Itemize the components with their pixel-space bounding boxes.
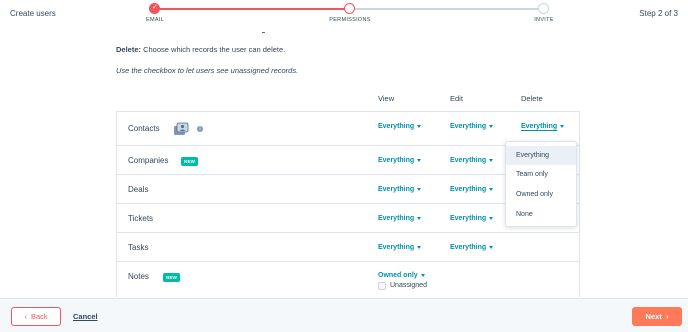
row-label: Notes	[128, 272, 149, 281]
caret-down-icon	[417, 124, 422, 128]
delete-description: Delete: Choose which records the user ca…	[116, 45, 285, 54]
unassigned-checkbox[interactable]	[378, 282, 386, 290]
dropdown-value: Everything	[450, 123, 487, 130]
caret-down-icon	[489, 158, 494, 162]
dropdown-value: Everything	[521, 123, 558, 130]
next-button-label: Next	[645, 312, 662, 321]
menu-item-team-only[interactable]: Team only	[506, 165, 576, 184]
delete-description-label: Delete:	[116, 45, 142, 54]
chevron-right-icon: ›	[665, 312, 669, 321]
check-icon: ✓	[152, 4, 158, 11]
row-label: Companies	[128, 156, 169, 165]
tasks-edit-dropdown[interactable]: Everything	[450, 244, 494, 251]
companies-edit-dropdown[interactable]: Everything	[450, 157, 494, 164]
delete-dropdown-menu: Everything Team only Owned only None	[505, 141, 577, 227]
contacts-icon	[174, 122, 189, 135]
new-badge: NEW	[181, 157, 199, 166]
contacts-delete-dropdown[interactable]: Everything	[521, 123, 565, 130]
progress-line-upcoming	[350, 8, 544, 10]
progress-line-complete	[155, 8, 350, 10]
delete-description-text: Choose which records the user can delete…	[141, 45, 286, 54]
footer-bar: ‹ Back Cancel Next ›	[0, 298, 688, 332]
notes-view-dropdown[interactable]: Owned only	[378, 272, 425, 279]
deals-view-dropdown[interactable]: Everything	[378, 186, 422, 193]
dropdown-value: Everything	[378, 123, 415, 130]
step-indicator: Step 2 of 3	[639, 9, 678, 18]
step-invite-label: INVITE	[534, 17, 554, 23]
dropdown-value: Everything	[378, 215, 415, 222]
dropdown-value: Everything	[378, 157, 415, 164]
caret-down-icon	[417, 158, 422, 162]
row-label: Deals	[128, 185, 149, 194]
chevron-left-icon: ‹	[24, 312, 27, 321]
contacts-view-dropdown[interactable]: Everything	[378, 123, 422, 130]
row-label: Tickets	[128, 214, 154, 223]
info-icon[interactable]: i	[197, 126, 203, 132]
dropdown-value: Everything	[450, 157, 487, 164]
row-label: Contacts	[128, 124, 160, 133]
step-permissions-label: PERMISSIONS	[329, 17, 371, 23]
caret-down-icon	[489, 216, 494, 220]
tickets-edit-dropdown[interactable]: Everything	[450, 215, 494, 222]
scroll-indicator	[262, 32, 265, 33]
step-invite-node	[538, 3, 549, 14]
back-button-label: Back	[30, 312, 48, 321]
menu-item-owned-only[interactable]: Owned only	[506, 185, 576, 204]
dropdown-value: Everything	[378, 244, 415, 251]
unassigned-label: Unassigned	[390, 282, 427, 289]
cancel-button[interactable]: Cancel	[73, 312, 98, 321]
dropdown-value: Everything	[378, 186, 415, 193]
dropdown-value: Owned only	[378, 272, 418, 279]
caret-down-icon	[489, 124, 494, 128]
dropdown-value: Everything	[450, 215, 487, 222]
caret-down-icon	[417, 187, 422, 191]
table-row-tasks: Tasks Everything Everything	[117, 233, 579, 262]
column-header-delete: Delete	[521, 94, 543, 103]
menu-item-everything[interactable]: Everything	[506, 146, 576, 165]
step-email-node: ✓	[149, 3, 160, 14]
caret-down-icon	[417, 245, 422, 249]
caret-down-icon	[489, 187, 494, 191]
tickets-view-dropdown[interactable]: Everything	[378, 215, 422, 222]
step-email-label: EMAIL	[145, 17, 164, 23]
column-header-edit: Edit	[450, 94, 463, 103]
companies-view-dropdown[interactable]: Everything	[378, 157, 422, 164]
tasks-view-dropdown[interactable]: Everything	[378, 244, 422, 251]
checkbox-note: Use the checkbox to let users see unassi…	[116, 66, 299, 75]
deals-edit-dropdown[interactable]: Everything	[450, 186, 494, 193]
new-badge: NEW	[163, 273, 181, 282]
next-button[interactable]: Next ›	[632, 307, 682, 326]
top-bar: Create users ✓ EMAIL PERMISSIONS INVITE …	[0, 0, 688, 30]
back-button[interactable]: ‹ Back	[11, 307, 61, 326]
caret-down-icon	[560, 124, 565, 128]
contacts-edit-dropdown[interactable]: Everything	[450, 123, 494, 130]
step-permissions-node	[344, 3, 355, 14]
caret-down-icon	[420, 273, 425, 277]
caret-down-icon	[417, 216, 422, 220]
table-row-notes: Notes NEW Owned only Unassigned	[117, 262, 579, 298]
row-label: Tasks	[128, 243, 149, 252]
column-header-view: View	[378, 94, 395, 103]
page-title: Create users	[10, 9, 56, 18]
dropdown-value: Everything	[450, 186, 487, 193]
caret-down-icon	[489, 245, 494, 249]
dropdown-value: Everything	[450, 244, 487, 251]
menu-item-none[interactable]: None	[506, 205, 576, 224]
